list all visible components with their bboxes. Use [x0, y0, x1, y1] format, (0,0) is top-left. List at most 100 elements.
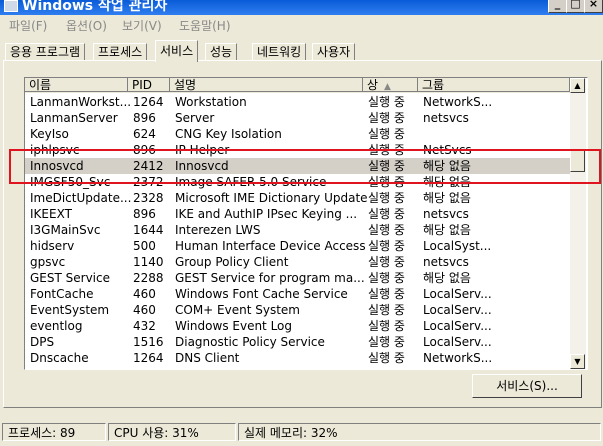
cell-group: netsvcs	[423, 111, 469, 125]
cell-name: FontCache	[30, 287, 94, 301]
services-button[interactable]: 서비스(S)...	[472, 374, 582, 398]
table-row[interactable]: EventSystem 460 COM+ Event System 실행 중 Local…	[25, 302, 570, 318]
table-row[interactable]: Dnscache 1264 DNS Client 실행 중 NetworkS...	[25, 350, 570, 366]
table-row[interactable]: hidserv 500 Human Interface Device Access 실…	[25, 238, 570, 254]
table-row[interactable]: I3GMainSvc 1644 Interezen LWS 실행 중 해당 없음	[25, 222, 570, 238]
tab-users[interactable]: 사용자	[312, 43, 356, 61]
vertical-scrollbar[interactable]: ▲ ▼	[570, 78, 586, 369]
table-row[interactable]: GEST Service 2288 GEST Service for program…	[25, 270, 570, 286]
cell-name: GEST Service	[30, 271, 110, 285]
cell-group: netsvcs	[423, 207, 469, 221]
cell-status: 실행 중	[368, 319, 405, 333]
cell-pid: 1644	[133, 223, 164, 237]
cell-status: 실행 중	[368, 127, 405, 141]
column-group[interactable]: 그룹	[418, 78, 570, 92]
cell-group: LocalServ...	[423, 319, 492, 333]
table-row[interactable]: LanmanWorkst... 1264 Workstation 실행 중 Networ…	[25, 94, 570, 110]
column-name[interactable]: 이름	[25, 78, 128, 92]
table-row[interactable]: KeyIso 624 CNG Key Isolation 실행 중	[25, 126, 570, 142]
cell-name: I3GMainSvc	[30, 223, 101, 237]
cell-status: 실행 중	[368, 207, 405, 221]
table-row[interactable]: LanmanServer 896 Server 실행 중 netsvcs	[25, 110, 570, 126]
services-list[interactable]: 이름 PID 설명 상 ▲ 그룹 LanmanWorkst... 1264 Works…	[24, 77, 588, 370]
status-cpu: CPU 사용: 31%	[108, 423, 236, 441]
cell-status: 실행 중	[368, 111, 405, 125]
cell-pid: 896	[133, 207, 156, 221]
cell-pid: 624	[133, 127, 156, 141]
tab-networking[interactable]: 네트워킹	[252, 43, 307, 61]
cell-description: Diagnostic Policy Service	[175, 335, 325, 349]
cell-name: eventlog	[30, 319, 83, 333]
cell-description: Server	[175, 111, 215, 125]
cell-description: Microsoft IME Dictionary Update	[175, 191, 368, 205]
cell-name: LanmanServer	[30, 111, 118, 125]
scroll-up-button[interactable]: ▲	[570, 78, 585, 93]
cell-status: 실행 중	[368, 303, 405, 317]
cell-group: netsvcs	[423, 255, 469, 269]
cell-name: DPS	[30, 335, 55, 349]
cell-group	[418, 126, 575, 142]
cell-description: IKE and AuthIP IPsec Keying ...	[175, 207, 358, 221]
cell-group: 해당 없음	[423, 191, 471, 205]
cell-name: LanmanWorkst...	[30, 95, 132, 109]
tab-performance[interactable]: 성능	[205, 43, 238, 61]
cell-status: 실행 중	[368, 239, 405, 253]
cell-pid: 432	[133, 319, 156, 333]
cell-description: GEST Service for program ma...	[175, 271, 365, 285]
cell-pid: 1140	[133, 255, 164, 269]
task-manager-icon	[4, 0, 18, 12]
highlight-box	[9, 149, 601, 184]
cell-status: 실행 중	[368, 351, 405, 365]
tab-services[interactable]: 서비스	[155, 40, 199, 62]
table-row[interactable]: FontCache 460 Windows Font Cache Service 실행…	[25, 286, 570, 302]
cell-group: NetworkS...	[423, 351, 493, 365]
cell-group: LocalServ...	[423, 335, 492, 349]
sort-ascending-icon: ▲	[384, 82, 391, 92]
cell-group: NetworkS...	[423, 95, 493, 109]
cell-group: 해당 없음	[423, 223, 471, 237]
table-row[interactable]: eventlog 432 Windows Event Log 실행 중 LocalSer…	[25, 318, 570, 334]
table-row[interactable]: DPS 1516 Diagnostic Policy Service 실행 중 Loca…	[25, 334, 570, 350]
cell-pid: 2328	[133, 191, 164, 205]
cell-name: gpsvc	[30, 255, 66, 269]
table-row[interactable]: gpsvc 1140 Group Policy Client 실행 중 netsvcs	[25, 254, 570, 270]
maximize-button[interactable]: □	[566, 0, 585, 13]
cell-pid: 1516	[133, 335, 164, 349]
cell-status: 실행 중	[368, 335, 405, 349]
cell-group: LocalServ...	[423, 303, 492, 317]
status-processes: 프로세스: 89	[2, 423, 106, 441]
status-memory: 실제 메모리: 32%	[238, 423, 601, 441]
cell-name: ImeDictUpdate...	[30, 191, 132, 205]
cell-name: hidserv	[30, 239, 75, 253]
cell-description: COM+ Event System	[175, 303, 300, 317]
column-pid[interactable]: PID	[128, 78, 170, 92]
menu-view[interactable]: 보기(V)	[122, 17, 162, 34]
tab-strip: 응용 프로그램 프로세스 서비스 성능 네트워킹 사용자	[0, 40, 603, 62]
cell-name: IKEEXT	[30, 207, 72, 221]
cell-group: LocalSyst...	[423, 239, 492, 253]
menu-help[interactable]: 도움말(H)	[179, 17, 231, 34]
cell-status: 실행 중	[368, 287, 405, 301]
cell-description: DNS Client	[175, 351, 240, 365]
cell-status: 실행 중	[368, 95, 405, 109]
cell-description: Workstation	[175, 95, 247, 109]
menu-options[interactable]: 옵션(O)	[66, 17, 107, 34]
close-button[interactable]: ×	[584, 0, 603, 13]
column-description[interactable]: 설명	[170, 78, 363, 92]
cell-status: 실행 중	[368, 191, 405, 205]
table-row[interactable]: IKEEXT 896 IKE and AuthIP IPsec Keying ...…	[25, 206, 570, 222]
window-title: Windows 작업 관리자	[22, 0, 168, 14]
menu-file[interactable]: 파일(F)	[9, 17, 47, 34]
cell-pid: 896	[133, 111, 156, 125]
cell-name: EventSystem	[30, 303, 110, 317]
table-row[interactable]: ImeDictUpdate... 2328 Microsoft IME Dictio…	[25, 190, 570, 206]
cell-group: LocalServ...	[423, 287, 492, 301]
scroll-down-button[interactable]: ▼	[570, 354, 585, 369]
cell-description: Windows Event Log	[175, 319, 293, 333]
cell-group: 해당 없음	[423, 271, 471, 285]
tab-applications[interactable]: 응용 프로그램	[5, 43, 86, 61]
tab-processes[interactable]: 프로세스	[93, 43, 148, 61]
cell-pid: 1264	[133, 351, 164, 365]
column-status[interactable]: 상 ▲	[363, 78, 418, 92]
minimize-button[interactable]: _	[548, 0, 567, 13]
